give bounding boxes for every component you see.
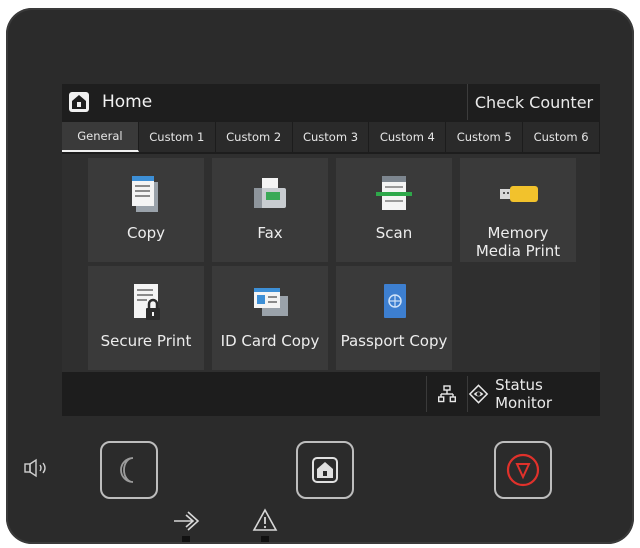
tile-label: Copy xyxy=(126,224,166,242)
moon-icon xyxy=(120,457,134,483)
home-icon xyxy=(312,457,338,483)
passport-icon xyxy=(384,284,406,318)
printer-control-panel: Home Check Counter General Custom 1 Cust… xyxy=(6,8,634,544)
data-arrow-icon xyxy=(174,511,200,531)
status-monitor-label: Status Monitor xyxy=(495,376,553,412)
check-counter-button[interactable]: Check Counter xyxy=(467,84,600,120)
touch-screen: Home Check Counter General Custom 1 Cust… xyxy=(62,84,601,416)
id-card-icon xyxy=(254,288,288,316)
tile-label: Memory Media Print xyxy=(475,224,561,260)
copy-tile[interactable]: Copy xyxy=(88,158,204,262)
tile-label: Secure Print xyxy=(100,332,192,350)
speaker-icon[interactable] xyxy=(24,458,52,478)
tab-custom-5[interactable]: Custom 5 xyxy=(446,122,524,152)
home-button[interactable] xyxy=(296,441,354,499)
fax-tile[interactable]: Fax xyxy=(212,158,328,262)
secure-print-tile[interactable]: Secure Print xyxy=(88,266,204,370)
tab-bar: General Custom 1 Custom 2 Custom 3 Custo… xyxy=(62,122,601,152)
tile-label: Fax xyxy=(257,224,283,242)
status-bar: Status Monitor xyxy=(62,374,600,414)
network-button[interactable] xyxy=(426,376,468,412)
scan-tile[interactable]: Scan xyxy=(336,158,452,262)
tab-custom-2[interactable]: Custom 2 xyxy=(216,122,293,152)
sleep-button[interactable] xyxy=(100,441,158,499)
memory-media-print-tile[interactable]: Memory Media Print xyxy=(460,158,576,262)
home-icon xyxy=(69,92,89,112)
tab-custom-4[interactable]: Custom 4 xyxy=(369,122,447,152)
stop-icon xyxy=(506,453,540,487)
fax-icon xyxy=(254,178,286,208)
status-monitor-button[interactable]: Status Monitor xyxy=(468,376,600,412)
header-bar: Home Check Counter xyxy=(62,84,600,120)
data-indicator xyxy=(172,510,200,542)
usb-memory-icon xyxy=(500,186,538,202)
tile-label: ID Card Copy xyxy=(220,332,320,350)
copy-icon xyxy=(132,176,158,212)
tab-custom-6[interactable]: Custom 6 xyxy=(523,122,601,152)
id-card-copy-tile[interactable]: ID Card Copy xyxy=(212,266,328,370)
stop-button[interactable] xyxy=(494,441,552,499)
tab-custom-1[interactable]: Custom 1 xyxy=(139,122,216,152)
passport-copy-tile[interactable]: Passport Copy xyxy=(336,266,452,370)
tile-label: Passport Copy xyxy=(340,332,448,350)
warning-icon xyxy=(252,508,278,531)
secure-print-icon xyxy=(134,284,160,320)
function-grid: Copy Fax Scan Memory Media Print Secure … xyxy=(62,154,600,372)
home-title: Home xyxy=(68,88,152,116)
network-icon xyxy=(438,385,456,403)
tab-custom-3[interactable]: Custom 3 xyxy=(293,122,370,152)
scan-icon xyxy=(376,176,412,210)
tab-general[interactable]: General xyxy=(62,122,139,152)
page-title: Home xyxy=(102,92,153,112)
tile-label: Scan xyxy=(375,224,413,242)
error-indicator xyxy=(252,508,278,542)
eye-icon xyxy=(468,384,489,404)
